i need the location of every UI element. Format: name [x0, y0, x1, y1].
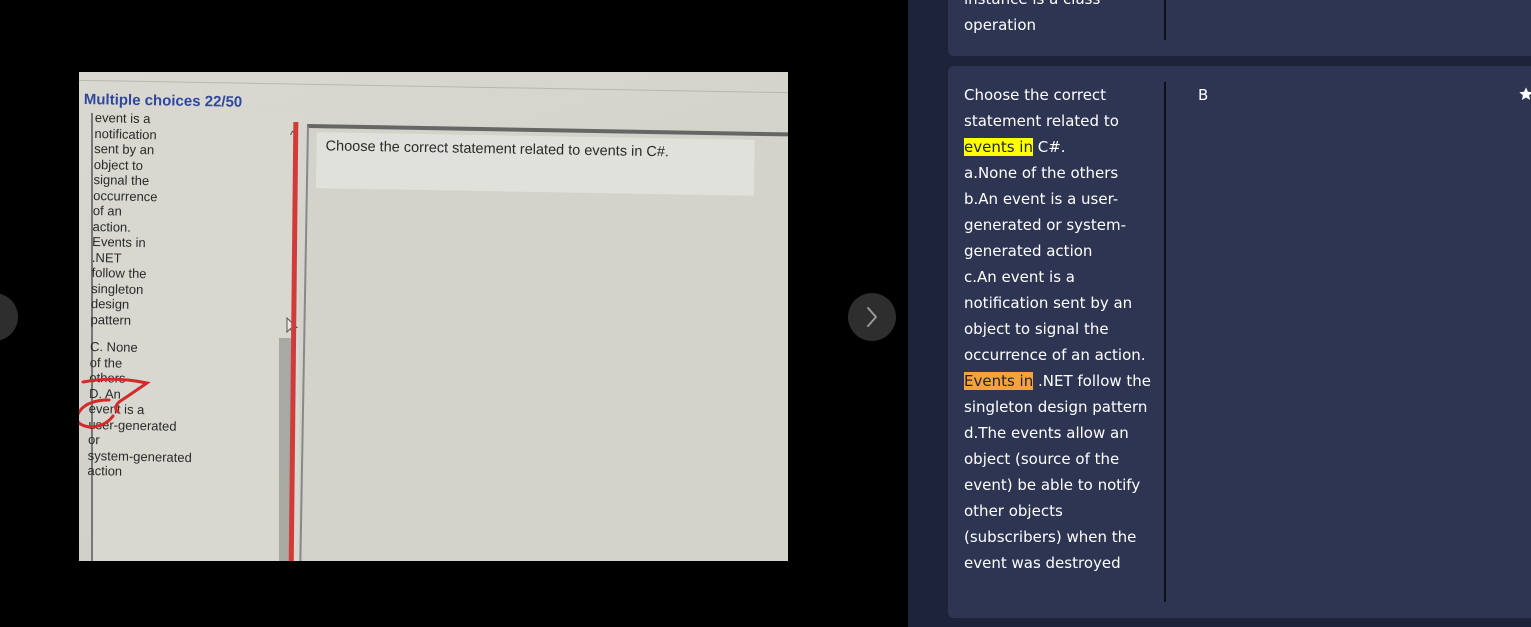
- red-pen-annotation: [79, 377, 151, 429]
- option-c: c.An event is a notification sent by an …: [964, 268, 1152, 416]
- term-line: operation: [964, 16, 1037, 34]
- option-b: b.An event is a user-generated or system…: [964, 190, 1126, 260]
- star-icon[interactable]: [1518, 86, 1531, 102]
- photo-question-text: Choose the correct statement related to …: [325, 138, 670, 161]
- column-divider: [1164, 82, 1166, 602]
- question-photo: Multiple choices 22/50 event is a notifi…: [79, 72, 788, 561]
- card-term: instance is a class operation: [964, 0, 1164, 38]
- photo-window-edge: [79, 79, 788, 94]
- highlight-yellow: events in: [964, 138, 1033, 156]
- photo-title: Multiple choices 22/50: [83, 91, 243, 111]
- photo-question-box: Choose the correct statement related to …: [315, 132, 755, 196]
- photo-question-area: Choose the correct statement related to …: [299, 124, 788, 561]
- flashcard-previous: instance is a class operation: [948, 0, 1531, 56]
- flashcard-current: Choose the correct statement related to …: [948, 66, 1531, 618]
- chevron-right-icon: [867, 307, 877, 327]
- flashcard-list: instance is a class operation Choose the…: [908, 0, 1531, 627]
- previous-image-button[interactable]: [0, 293, 18, 341]
- column-divider: [1164, 0, 1166, 40]
- photo-option-c-continued: event is a notification sent by an objec…: [90, 110, 158, 328]
- highlight-orange: Events in: [964, 372, 1034, 390]
- option-a: a.None of the others: [964, 164, 1119, 182]
- option-d: d.The events allow an object (source of …: [964, 424, 1141, 572]
- term-line: instance is a class: [964, 0, 1164, 12]
- card-answer: B: [1198, 86, 1209, 104]
- next-image-button[interactable]: [848, 293, 896, 341]
- card-term: Choose the correct statement related to …: [964, 82, 1164, 576]
- question-text: Choose the correct statement related to …: [964, 86, 1119, 156]
- image-viewer: Multiple choices 22/50 event is a notifi…: [0, 0, 908, 627]
